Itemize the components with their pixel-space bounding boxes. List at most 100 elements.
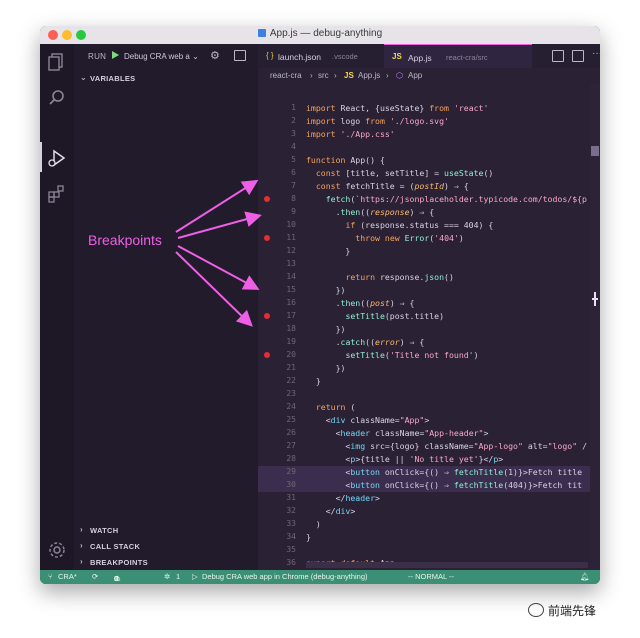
code-text: const [title, setTitle] = useState() (315, 168, 494, 178)
variables-label: VARIABLES (90, 74, 136, 83)
launch-settings-gear-icon[interactable]: ⚙ (210, 49, 220, 62)
tab-app-js[interactable]: JS App.js react-cra/src (384, 44, 532, 68)
tab-launch-json[interactable]: { } launch.json .vscode (258, 44, 384, 68)
breakpoints-section-header[interactable]: › BREAKPOINTS (74, 554, 258, 570)
code-line[interactable]: 35 (258, 544, 600, 557)
code-editor[interactable]: 1 import React, {useState} from 'react' 2 i… (258, 84, 600, 570)
code-line[interactable]: 8 fetch(`https://jsonplaceholder.typicod… (258, 193, 600, 206)
code-line[interactable]: 20 setTitle('Title not found') (258, 349, 600, 362)
window-title: App.js — debug-anything (269, 28, 383, 39)
line-number: 14 (286, 272, 296, 281)
code-text: <button onClick={() ⇒ fetchTitle(1)}>Fet… (306, 467, 583, 477)
settings-gear-icon[interactable] (47, 540, 67, 560)
more-actions-icon[interactable]: ··· (592, 48, 600, 59)
code-line[interactable]: 32 </div> (258, 505, 600, 518)
notifications-bell-icon[interactable]: 🔔︎ (580, 572, 590, 581)
launch-config-dropdown[interactable]: Debug CRA web a ⌄ (124, 52, 199, 61)
code-line[interactable]: 26 <header className="App-header"> (258, 427, 600, 440)
breadcrumb: react-cra › src › JS App.js › ⬡ App (258, 68, 600, 84)
code-line[interactable]: 25 <div className="App"> (258, 414, 600, 427)
code-line[interactable]: 15 }) (258, 284, 600, 297)
code-line[interactable]: 22 } (258, 375, 600, 388)
debug-session-count[interactable]: 1 (176, 572, 180, 581)
line-number: 1 (291, 103, 296, 112)
launch-config-value: Debug CRA web a (124, 52, 190, 61)
debug-console-icon[interactable] (234, 50, 246, 61)
tab-path: .vscode (332, 52, 358, 61)
code-text: <header className="App-header"> (306, 428, 489, 438)
code-line[interactable]: 2 import logo from './logo.svg' (258, 115, 600, 128)
code-line[interactable]: 7 const fetchTitle = (postId) ⇒ { (258, 180, 600, 193)
active-view-indicator (40, 142, 42, 172)
code-line[interactable]: 21 }) (258, 362, 600, 375)
split-editor-icon[interactable] (572, 50, 584, 62)
code-text: <button onClick={() ⇒ fetchTitle(404)}>F… (306, 480, 583, 490)
line-number: 25 (286, 415, 296, 424)
line-number: 36 (286, 558, 296, 567)
line-number: 7 (291, 181, 296, 190)
editor-tab-bar: { } launch.json .vscode JS App.js react-… (258, 44, 600, 68)
search-icon[interactable] (47, 88, 67, 108)
breakpoint-icon[interactable] (264, 235, 270, 241)
code-line[interactable]: 13 (258, 258, 600, 271)
watch-section-header[interactable]: › WATCH (74, 522, 258, 538)
code-line[interactable]: 3 import './App.css' (258, 128, 600, 141)
code-line[interactable]: 30 <button onClick={() ⇒ fetchTitle(404)… (258, 479, 600, 492)
code-line[interactable]: 28 <p>{title || 'No title yet'}</p> (258, 453, 600, 466)
horizontal-scrollbar[interactable] (306, 562, 588, 568)
run-debug-icon: ▷ (192, 572, 198, 581)
breakpoint-icon[interactable] (264, 352, 270, 358)
code-line[interactable]: 10 if (response.status === 404) { (258, 219, 600, 232)
code-line[interactable]: 17 setTitle(post.title) (258, 310, 600, 323)
code-line[interactable]: 12 } (258, 245, 600, 258)
code-line[interactable]: 33 ) (258, 518, 600, 531)
code-line[interactable]: 19 .catch((error) ⇒ { (258, 336, 600, 349)
code-line[interactable]: 31 </header> (258, 492, 600, 505)
code-text: setTitle('Title not found') (345, 350, 479, 360)
code-line[interactable]: 16 .then((post) ⇒ { (258, 297, 600, 310)
chevron-right-icon: › (80, 557, 83, 566)
breadcrumb-folder[interactable]: src (318, 71, 329, 80)
code-line[interactable]: 5 function App() { (258, 154, 600, 167)
code-line[interactable]: 9 .then((response) ⇒ { (258, 206, 600, 219)
code-line[interactable]: 18 }) (258, 323, 600, 336)
code-text: .then((response) ⇒ { (306, 207, 435, 217)
start-debugging-play-icon[interactable] (112, 51, 119, 59)
sync-icon[interactable]: ⟳ (92, 572, 98, 581)
code-line[interactable]: 23 (258, 388, 600, 401)
code-text: </header> (306, 493, 380, 503)
breadcrumb-root[interactable]: react-cra (270, 71, 302, 80)
code-text: <div className="App"> (306, 415, 430, 425)
code-line[interactable]: 29 <button onClick={() ⇒ fetchTitle(1)}>… (258, 466, 600, 479)
extensions-icon[interactable] (47, 184, 67, 204)
vertical-scrollbar[interactable] (590, 84, 600, 570)
tab-path: react-cra/src (446, 53, 488, 62)
code-line[interactable]: 11 throw new Error('404') (258, 232, 600, 245)
call-stack-section-header[interactable]: › CALL STACK (74, 538, 258, 554)
code-line[interactable]: 34} (258, 531, 600, 544)
code-line[interactable]: 6 const [title, setTitle] = useState() (258, 167, 600, 180)
code-line[interactable]: 24 return ( (258, 401, 600, 414)
scrollbar-thumb[interactable] (591, 146, 599, 156)
breakpoint-icon[interactable] (264, 313, 270, 319)
variables-section-header[interactable]: ⌄ VARIABLES (74, 70, 258, 86)
code-line[interactable]: 4 (258, 141, 600, 154)
line-number: 9 (291, 207, 296, 216)
debug-target[interactable]: Debug CRA web app in Chrome (debug-anyth… (202, 572, 368, 581)
chevron-right-icon: › (386, 71, 389, 80)
breadcrumb-file[interactable]: App.js (358, 71, 380, 80)
chevron-down-icon: ⌄ (192, 52, 199, 61)
git-branch[interactable]: CRA* (58, 572, 77, 581)
code-line[interactable]: 14 return response.json() (258, 271, 600, 284)
code-line[interactable]: 27 <img src={logo} className="App-logo" … (258, 440, 600, 453)
code-line[interactable]: 1 import React, {useState} from 'react' (258, 102, 600, 115)
tab-label: launch.json (278, 52, 322, 62)
compare-icon[interactable] (552, 50, 564, 62)
code-text: }) (306, 285, 346, 295)
explorer-icon[interactable] (47, 52, 67, 72)
breadcrumb-symbol[interactable]: App (408, 71, 422, 80)
line-number: 5 (291, 155, 296, 164)
breakpoint-icon[interactable] (264, 196, 270, 202)
line-number: 35 (286, 545, 296, 554)
run-debug-icon[interactable] (47, 148, 67, 168)
